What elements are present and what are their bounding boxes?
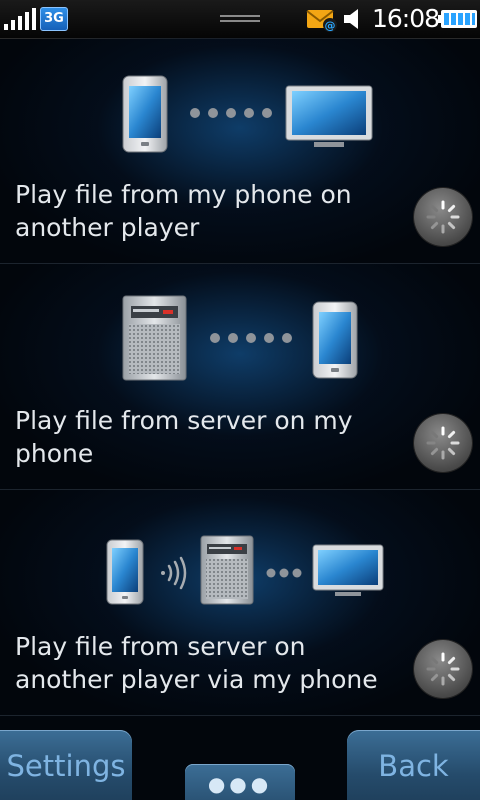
server-icon [200,535,254,605]
loading-spinner-icon [426,200,460,234]
server-icon [122,295,187,381]
tv-icon [285,85,373,147]
option-server-to-phone[interactable]: Play file from server on my phone [0,264,480,490]
loading-spinner-icon [426,652,460,686]
phone-icon [106,539,144,605]
dots-connector-icon [210,333,292,343]
option-illustration [122,295,358,381]
drag-handle-icon[interactable] [220,12,260,26]
signal-icon [4,8,36,30]
wireless-icon [161,556,187,590]
loading-button[interactable] [414,640,472,698]
option-phone-to-player[interactable]: Play file from my phone on another playe… [0,38,480,264]
dots-connector-icon [190,108,272,118]
option-label: Play file from server on my phone [15,406,353,468]
loading-button[interactable] [414,188,472,246]
more-button[interactable]: ●●● [185,764,295,800]
svg-text:@: @ [325,19,336,32]
status-bar: 3G @ 16:08 [0,0,480,39]
speaker-icon [344,9,358,29]
back-button[interactable]: Back [347,730,480,800]
option-server-to-player-via-phone[interactable]: Play file from server on another player … [0,490,480,716]
status-clock: 16:08 [372,4,440,33]
loading-button[interactable] [414,414,472,472]
tv-icon [312,544,384,596]
battery-icon [438,10,477,28]
option-illustration [106,535,384,605]
allshare-screen: 3G @ 16:08 Play file from my phone on an… [0,0,480,800]
bottom-bar: Settings ●●● Back [0,712,480,800]
loading-spinner-icon [426,426,460,460]
new-email-icon: @ [306,10,337,32]
option-label: Play file from my phone on another playe… [15,180,352,242]
dots-connector-icon [266,568,302,578]
option-label: Play file from server on another player … [15,632,378,694]
settings-button[interactable]: Settings [0,730,132,800]
phone-icon [122,75,168,153]
phone-icon [312,301,358,379]
more-dots-icon: ●●● [207,772,273,796]
option-illustration [122,75,373,153]
network-3g-icon: 3G [40,7,68,31]
